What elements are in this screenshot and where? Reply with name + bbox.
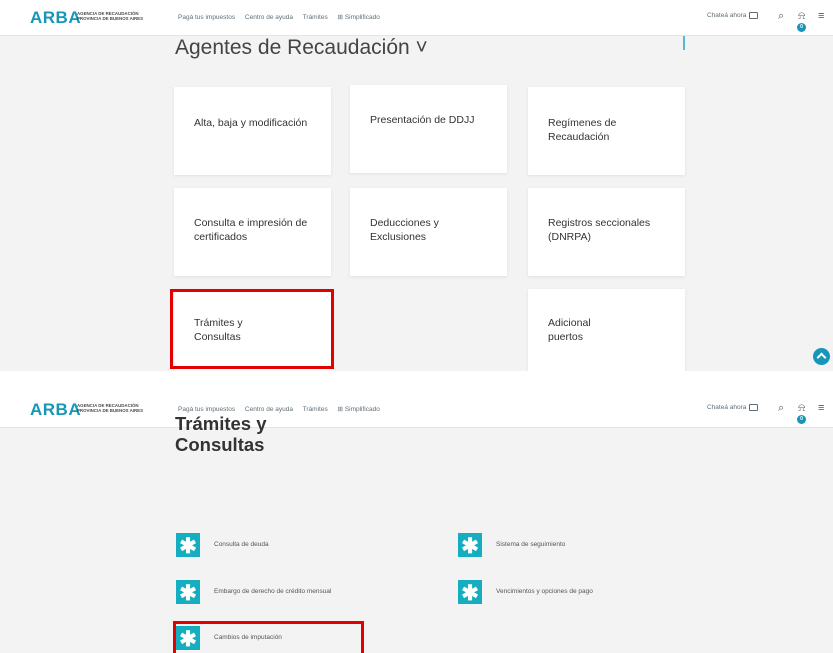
chat-now-label: Chateá ahora: [707, 404, 747, 412]
notification-badge: 0: [797, 415, 806, 424]
bell-icon[interactable]: ⍾: [798, 402, 805, 415]
arba-logo[interactable]: ARBA: [30, 400, 81, 420]
highlight-box: [170, 289, 334, 369]
nav-help-center[interactable]: Centro de ayuda: [245, 406, 293, 413]
section-divider: [683, 36, 685, 50]
screenshot-tramites: ARBA AGENCIA DE RECAUDACIÓN PROVINCIA DE…: [0, 392, 833, 653]
card-label: Consulta e impresión de certificados: [194, 217, 308, 243]
list-item-label: Embargo de derecho de crédito mensual: [214, 588, 332, 595]
list-item-consulta-deuda[interactable]: ✱ Consulta de deuda: [176, 533, 376, 558]
agency-line-2: PROVINCIA DE BUENOS AIRES: [77, 408, 144, 413]
asterisk-icon: ✱: [176, 580, 200, 605]
screenshot-agentes: ARBA AGENCIA DE RECAUDACIÓN PROVINCIA DE…: [0, 0, 833, 371]
page-title[interactable]: Agentes de Recaudación ˅: [175, 36, 428, 60]
card-adicional-puertos[interactable]: Adicional puertos: [528, 289, 685, 371]
asterisk-icon: ✱: [458, 580, 482, 605]
nav-simplificado[interactable]: ⊞ Simplificado: [338, 406, 380, 413]
asterisk-icon: ✱: [176, 533, 200, 558]
list-item-label: Sistema de seguimiento: [496, 541, 566, 548]
list-item-vencimientos[interactable]: ✱ Vencimientos y opciones de pago: [458, 580, 678, 605]
agency-line-2: PROVINCIA DE BUENOS AIRES: [77, 16, 144, 21]
card-regimenes[interactable]: Regímenes de Recaudación: [528, 87, 685, 175]
section-title-line-1: Trámites y: [175, 413, 267, 434]
card-consulta-certificados[interactable]: Consulta e impresión de certificados: [174, 188, 331, 276]
chat-icon: [749, 404, 759, 411]
nav-tramites[interactable]: Trámites: [303, 14, 328, 21]
section-title: Trámites y Consultas: [175, 413, 267, 455]
list-item-label: Consulta de deuda: [214, 541, 269, 548]
notification-badge: 0: [797, 23, 806, 32]
nav-links: Pagá tus impuestos Centro de ayuda Trámi…: [178, 13, 388, 21]
scroll-to-top-button[interactable]: [813, 348, 830, 365]
card-label: Deducciones y Exclusiones: [370, 217, 439, 243]
card-label: Adicional puertos: [548, 317, 591, 343]
card-presentacion-ddjj[interactable]: Presentación de DDJJ: [350, 85, 507, 173]
card-label: Registros seccionales (DNRPA): [548, 217, 651, 243]
bell-icon[interactable]: ⍾: [798, 10, 805, 23]
nav-help-center[interactable]: Centro de ayuda: [245, 14, 293, 21]
card-registros-seccionales[interactable]: Registros seccionales (DNRPA): [528, 188, 685, 276]
card-deducciones[interactable]: Deducciones y Exclusiones: [350, 188, 507, 276]
section-title-line-2: Consultas: [175, 434, 265, 455]
agency-name: AGENCIA DE RECAUDACIÓN PROVINCIA DE BUEN…: [77, 11, 157, 21]
arba-logo[interactable]: ARBA: [30, 8, 81, 28]
search-icon[interactable]: ⌕: [778, 402, 784, 415]
chat-now-button[interactable]: Chateá ahora: [707, 12, 759, 20]
search-icon[interactable]: ⌕: [778, 10, 784, 23]
agency-name: AGENCIA DE RECAUDACIÓN PROVINCIA DE BUEN…: [77, 403, 157, 413]
card-label: Presentación de DDJJ: [370, 114, 475, 126]
asterisk-icon: ✱: [458, 533, 482, 558]
top-navigation-bar: ARBA AGENCIA DE RECAUDACIÓN PROVINCIA DE…: [0, 392, 833, 428]
chat-icon: [749, 12, 759, 19]
chat-now-label: Chateá ahora: [707, 12, 747, 20]
highlight-box: [173, 621, 364, 653]
card-alta-baja[interactable]: Alta, baja y modificación: [174, 87, 331, 175]
list-item-sistema-seguimiento[interactable]: ✱ Sistema de seguimiento: [458, 533, 658, 558]
menu-icon[interactable]: ≡: [818, 402, 824, 414]
list-item-label: Vencimientos y opciones de pago: [496, 588, 593, 595]
menu-icon[interactable]: ≡: [818, 10, 824, 22]
nav-links: Pagá tus impuestos Centro de ayuda Trámi…: [178, 405, 388, 413]
top-navigation-bar: ARBA AGENCIA DE RECAUDACIÓN PROVINCIA DE…: [0, 0, 833, 36]
card-label: Regímenes de Recaudación: [548, 117, 617, 143]
list-item-embargo[interactable]: ✱ Embargo de derecho de crédito mensual: [176, 580, 396, 605]
card-label: Alta, baja y modificación: [194, 117, 308, 129]
nav-pay-taxes[interactable]: Pagá tus impuestos: [178, 14, 235, 21]
nav-simplificado[interactable]: ⊞ Simplificado: [338, 14, 380, 21]
nav-tramites[interactable]: Trámites: [303, 406, 328, 413]
nav-pay-taxes[interactable]: Pagá tus impuestos: [178, 406, 235, 413]
chat-now-button[interactable]: Chateá ahora: [707, 404, 759, 412]
